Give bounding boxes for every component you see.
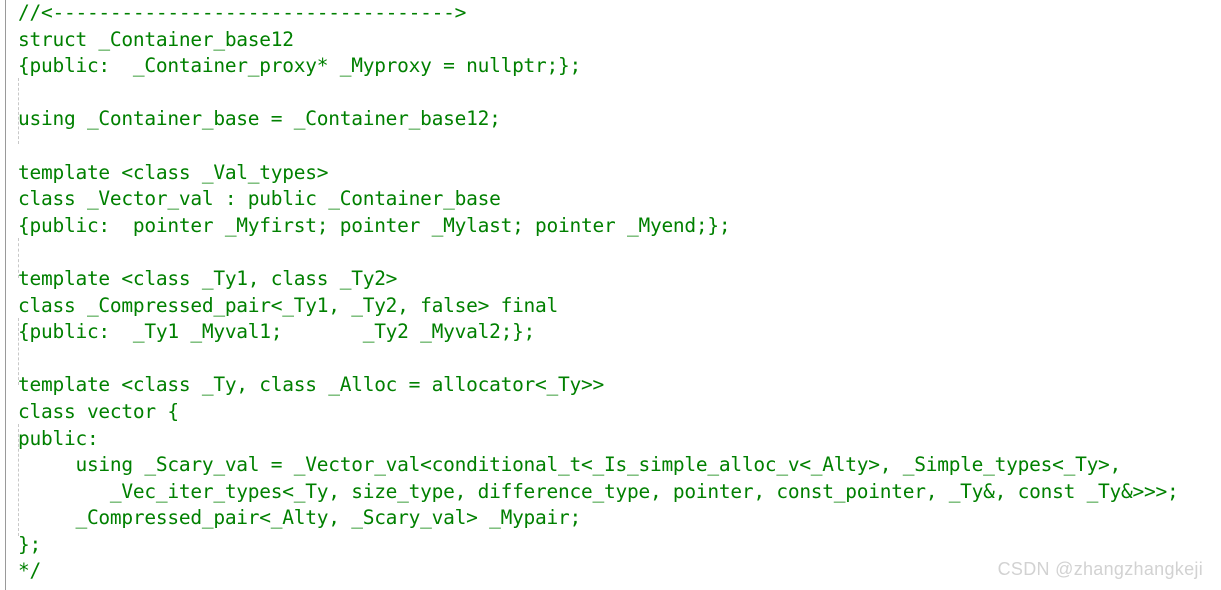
code-line: _Vec_iter_types<_Ty, size_type, differen… bbox=[18, 479, 1179, 503]
code-line: class vector { bbox=[18, 399, 179, 423]
code-line: _Compressed_pair<_Alty, _Scary_val> _Myp… bbox=[18, 506, 582, 530]
code-line: //<-----------------------------------> bbox=[18, 1, 467, 24]
code-line: template <class _Val_types> bbox=[18, 160, 329, 184]
code-block[interactable]: //<-----------------------------------> s… bbox=[18, 0, 1179, 585]
code-line: }; bbox=[18, 532, 41, 556]
code-line: template <class _Ty, class _Alloc = allo… bbox=[18, 373, 604, 397]
code-line: {public: _Container_proxy* _Myproxy = nu… bbox=[18, 54, 582, 78]
code-line: public: bbox=[18, 426, 99, 450]
code-line: class _Compressed_pair<_Ty1, _Ty2, false… bbox=[18, 293, 559, 317]
code-line: {public: pointer _Myfirst; pointer _Myla… bbox=[18, 213, 731, 237]
code-line: struct _Container_base12 bbox=[18, 27, 294, 51]
code-line: class _Vector_val : public _Container_ba… bbox=[18, 187, 501, 211]
code-line: template <class _Ty1, class _Ty2> bbox=[18, 266, 398, 290]
watermark: CSDN @zhangzhangkeji bbox=[997, 559, 1203, 579]
code-editor-pane[interactable]: //<-----------------------------------> s… bbox=[0, 0, 1221, 590]
code-line: {public: _Ty1 _Myval1; _Ty2 _Myval2;}; bbox=[18, 320, 536, 344]
editor-left-rule bbox=[5, 0, 6, 590]
code-line: using _Scary_val = _Vector_val<condition… bbox=[18, 453, 1122, 477]
code-line: using _Container_base = _Container_base1… bbox=[18, 107, 501, 131]
